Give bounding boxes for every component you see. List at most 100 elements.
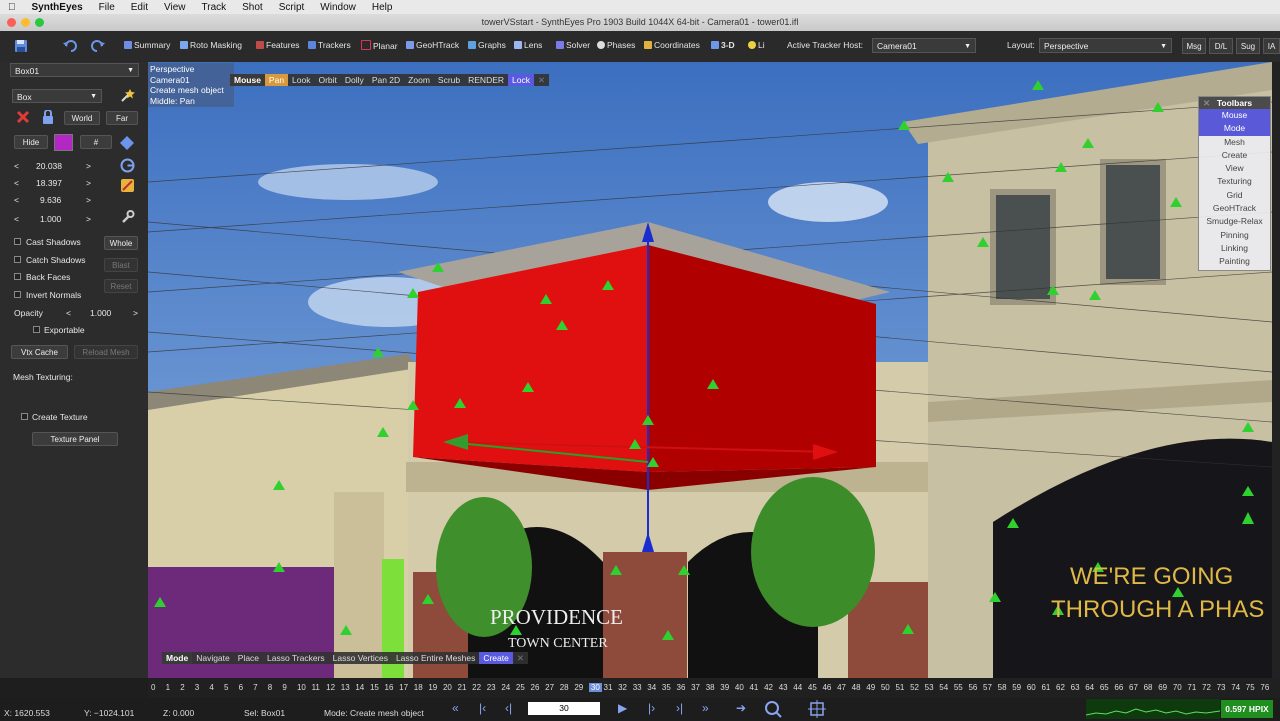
increment-arrow[interactable]: >: [86, 161, 91, 171]
opacity-value[interactable]: 1.000: [90, 308, 111, 318]
room-coordinates[interactable]: Coordinates: [644, 40, 700, 50]
invert-normals-checkbox[interactable]: [14, 291, 21, 298]
room-lights[interactable]: Li: [748, 40, 765, 50]
hide-button[interactable]: Hide: [14, 135, 48, 149]
world-button[interactable]: World: [64, 111, 100, 125]
frame-label[interactable]: 74: [1231, 683, 1240, 692]
decrement-arrow[interactable]: <: [14, 178, 19, 188]
mouse-dolly[interactable]: Dolly: [341, 74, 368, 86]
mode-lasso-vertices[interactable]: Lasso Vertices: [329, 652, 392, 664]
frame-label[interactable]: 48: [852, 683, 861, 692]
mouse-pan-2d[interactable]: Pan 2D: [368, 74, 404, 86]
diamond-icon[interactable]: [120, 136, 134, 150]
last-frame-icon[interactable]: ›|: [676, 701, 683, 715]
menu-app-name[interactable]: SynthEyes: [24, 2, 91, 13]
close-icon[interactable]: ✕: [534, 74, 549, 86]
frame-label[interactable]: 14: [355, 683, 364, 692]
create-texture-checkbox[interactable]: [21, 413, 28, 420]
frame-label[interactable]: 3: [195, 683, 199, 692]
frame-label[interactable]: 72: [1202, 683, 1211, 692]
frame-label[interactable]: 2: [180, 683, 184, 692]
frame-label[interactable]: 41: [749, 683, 758, 692]
object-select[interactable]: Box01 ▼: [10, 63, 139, 77]
frame-label[interactable]: 13: [341, 683, 350, 692]
primitive-type-select[interactable]: Box ▼: [12, 89, 102, 103]
frame-label[interactable]: 40: [735, 683, 744, 692]
magic-wand-icon[interactable]: [119, 88, 135, 104]
far-button[interactable]: Far: [106, 111, 138, 125]
lock-icon[interactable]: [42, 110, 54, 124]
frame-label[interactable]: 36: [677, 683, 686, 692]
frame-label[interactable]: 70: [1173, 683, 1182, 692]
toolbars-linking[interactable]: Linking: [1199, 242, 1270, 255]
zoom-window-button[interactable]: [35, 18, 44, 27]
toolbars-smudge-relax[interactable]: Smudge-Relax: [1199, 215, 1270, 228]
menu-shot[interactable]: Shot: [234, 2, 271, 13]
decrement-arrow[interactable]: <: [66, 308, 71, 318]
wrench-icon[interactable]: [120, 209, 135, 224]
texture-panel-button[interactable]: Texture Panel: [32, 432, 118, 446]
frame-label[interactable]: 34: [647, 683, 656, 692]
size-x-value[interactable]: 20.038: [36, 161, 62, 171]
menu-script[interactable]: Script: [271, 2, 313, 13]
frame-label[interactable]: 61: [1041, 683, 1050, 692]
rewind-icon[interactable]: «: [452, 701, 459, 715]
frame-label[interactable]: 7: [253, 683, 257, 692]
mouse-lock[interactable]: Lock: [508, 74, 534, 86]
frame-label[interactable]: 20: [443, 683, 452, 692]
increment-arrow[interactable]: >: [86, 214, 91, 224]
mouse-scrub[interactable]: Scrub: [434, 74, 464, 86]
frame-label[interactable]: 19: [428, 683, 437, 692]
frame-label[interactable]: 65: [1100, 683, 1109, 692]
frame-label[interactable]: 71: [1187, 683, 1196, 692]
toolbars-view[interactable]: View: [1199, 162, 1270, 175]
vtx-cache-button[interactable]: Vtx Cache: [11, 345, 68, 359]
room-features[interactable]: Features: [256, 40, 300, 50]
frame-label[interactable]: 39: [720, 683, 729, 692]
redo-icon[interactable]: [90, 39, 106, 53]
frame-label[interactable]: 60: [1027, 683, 1036, 692]
menu-view[interactable]: View: [156, 2, 194, 13]
catch-shadows-checkbox[interactable]: [14, 256, 21, 263]
room-planar[interactable]: Planar: [361, 40, 398, 51]
delete-icon[interactable]: [16, 110, 30, 124]
frame-label[interactable]: 6: [239, 683, 243, 692]
arrow-right-icon[interactable]: ➔: [736, 701, 746, 715]
frame-label[interactable]: 64: [1085, 683, 1094, 692]
room-roto-masking[interactable]: Roto Masking: [180, 40, 242, 50]
exportable-checkbox[interactable]: [33, 326, 40, 333]
frame-label[interactable]: 29: [574, 683, 583, 692]
sug-button[interactable]: Sug: [1236, 38, 1260, 54]
current-frame-input[interactable]: 30: [528, 702, 600, 715]
timeline[interactable]: 0 1 2 3 4 5 6 7 8 9 10 11 12 13 14 15 16 17 18 19 20 21 22 23 24…: [148, 678, 1280, 698]
perspective-viewport[interactable]: PROVIDENCE TOWN CENTER WE'RE GOING THROU…: [148, 62, 1272, 678]
mode-create[interactable]: Create: [479, 652, 513, 664]
frame-label[interactable]: 21: [458, 683, 467, 692]
frame-label[interactable]: 27: [545, 683, 554, 692]
room-geohtrack[interactable]: GeoHTrack: [406, 40, 459, 50]
frame-label[interactable]: 16: [385, 683, 394, 692]
frame-label[interactable]: 59: [1012, 683, 1021, 692]
mouse-orbit[interactable]: Orbit: [314, 74, 340, 86]
msg-button[interactable]: Msg: [1182, 38, 1206, 54]
frame-label[interactable]: 62: [1056, 683, 1065, 692]
apple-icon[interactable]: : [0, 2, 24, 13]
room-graphs[interactable]: Graphs: [468, 40, 506, 50]
frame-label[interactable]: 26: [531, 683, 540, 692]
frame-label[interactable]: 46: [822, 683, 831, 692]
close-window-button[interactable]: [7, 18, 16, 27]
frame-label[interactable]: 4: [209, 683, 213, 692]
frame-label[interactable]: 30: [588, 683, 602, 692]
frame-label[interactable]: 69: [1158, 683, 1167, 692]
prev-frame-icon[interactable]: ‹|: [505, 701, 512, 715]
toolbars-texturing[interactable]: Texturing: [1199, 175, 1270, 188]
frame-label[interactable]: 25: [516, 683, 525, 692]
menu-help[interactable]: Help: [364, 2, 401, 13]
frame-label[interactable]: 53: [925, 683, 934, 692]
frame-label[interactable]: 51: [895, 683, 904, 692]
frame-label[interactable]: 68: [1144, 683, 1153, 692]
frame-label[interactable]: 17: [399, 683, 408, 692]
toolbars-mode[interactable]: Mode: [1199, 122, 1270, 136]
toolbars-grid[interactable]: Grid: [1199, 189, 1270, 202]
room-3d[interactable]: 3-D: [711, 40, 735, 50]
